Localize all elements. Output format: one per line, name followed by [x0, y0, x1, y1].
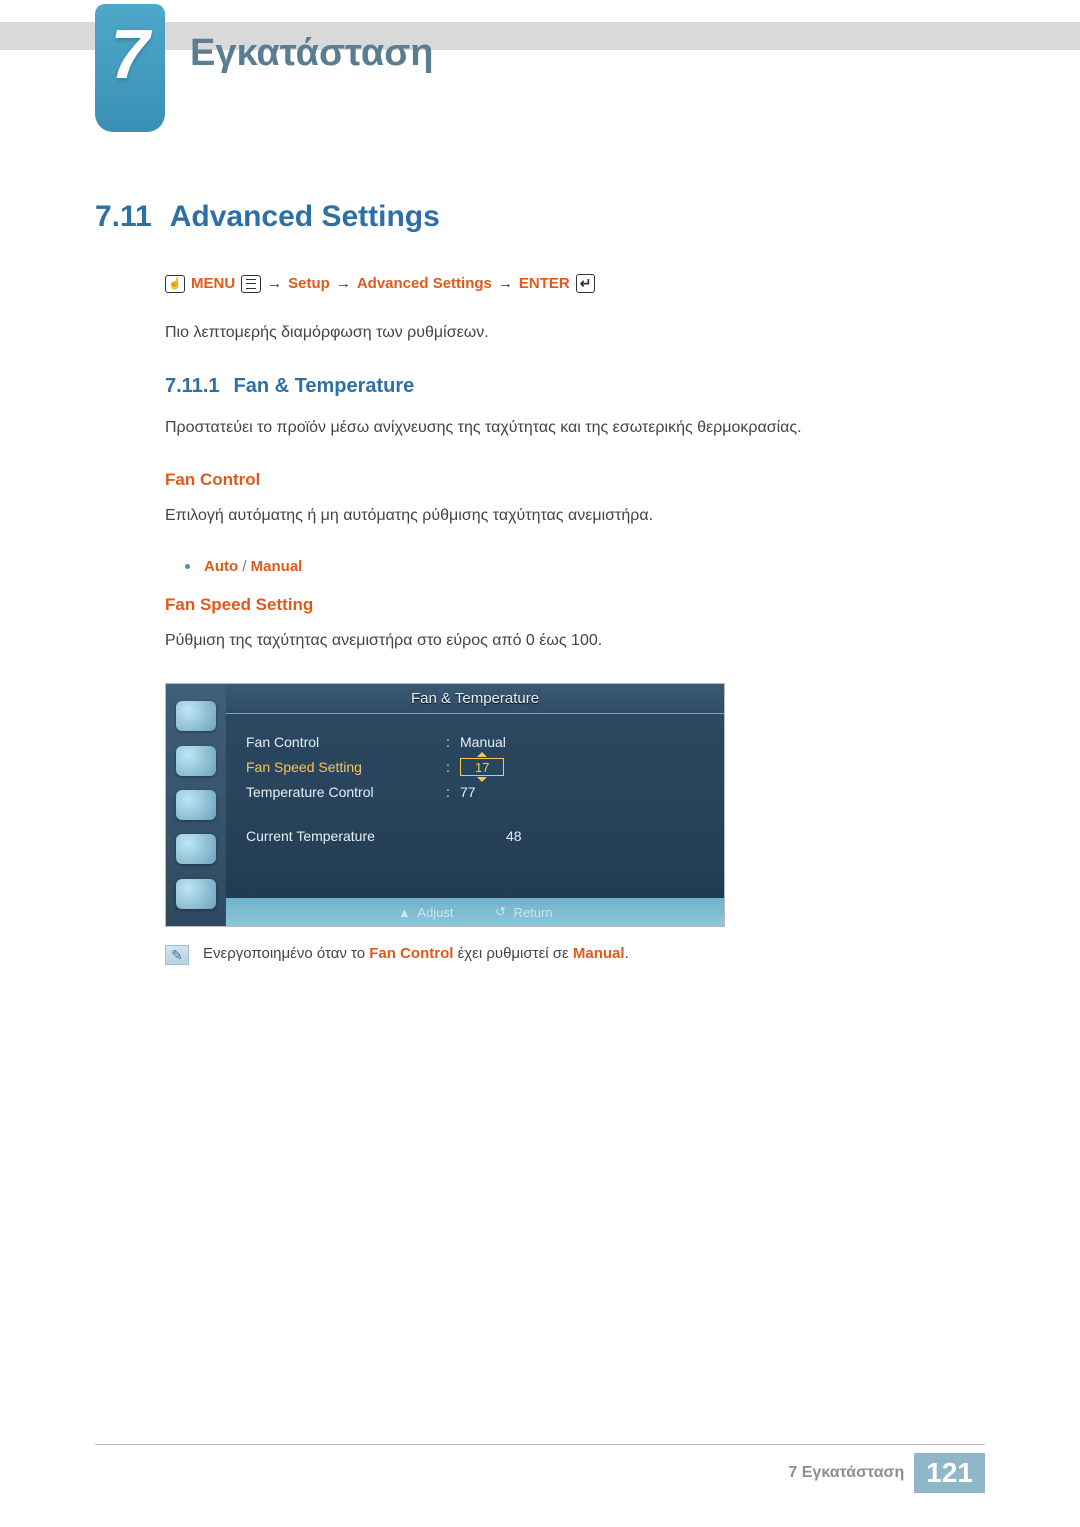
colon: : — [446, 734, 460, 750]
note-icon: ✎ — [165, 945, 189, 965]
nav-adv: Advanced Settings — [357, 275, 492, 292]
footer-chapter-label: 7 Εγκατάσταση — [788, 1464, 904, 1482]
osd-row-current-temp: Current Temperature 48 — [226, 804, 724, 844]
bullet-icon — [185, 564, 190, 569]
nav-enter: ENTER — [519, 275, 570, 292]
return-icon: ↺ — [494, 904, 508, 920]
osd-return-hint: ↺ Return — [494, 904, 553, 920]
note-text: Ενεργοποιημένο όταν το Fan Control έχει … — [203, 945, 629, 962]
osd-main: Fan & Temperature Fan Control : Manual F… — [226, 684, 724, 926]
nav-setup: Setup — [288, 275, 330, 292]
osd-rows: Fan Control : Manual Fan Speed Setting :… — [226, 714, 724, 804]
option-sep: / — [242, 558, 246, 575]
colon: : — [446, 759, 460, 775]
note-post: . — [625, 945, 629, 962]
nav-arrow-1: → — [267, 275, 282, 292]
colon: : — [446, 784, 460, 800]
option-auto: Auto — [204, 558, 238, 575]
note-manual: Manual — [573, 945, 625, 962]
menu-icon — [241, 275, 261, 293]
section-heading: 7.11 Advanced Settings — [95, 200, 985, 234]
section-title: Advanced Settings — [170, 200, 440, 233]
osd-title: Fan & Temperature — [226, 684, 724, 714]
subsection-heading: 7.11.1 Fan & Temperature — [165, 375, 985, 398]
osd-side-icon-4 — [176, 834, 216, 864]
subsection-number: 7.11.1 — [165, 375, 220, 397]
osd-value-temp-control: 77 — [460, 784, 476, 800]
enter-icon: ↵ — [576, 274, 596, 293]
chapter-title: Εγκατάσταση — [190, 32, 434, 75]
nav-arrow-2: → — [336, 275, 351, 292]
fan-temp-desc: Προστατεύει το προϊόν μέσω ανίχνευσης τη… — [165, 416, 985, 440]
fan-speed-desc: Ρύθμιση της ταχύτητας ανεμιστήρα στο εύρ… — [165, 629, 985, 653]
osd-return-label: Return — [514, 905, 553, 920]
osd-row-fan-control: Fan Control : Manual — [246, 730, 704, 754]
fan-control-heading: Fan Control — [165, 470, 985, 490]
osd-value-fan-control: Manual — [460, 734, 506, 750]
page-footer: 7 Εγκατάσταση 121 — [95, 1444, 985, 1493]
osd-side-icon-2 — [176, 746, 216, 776]
osd-adjust-label: Adjust — [417, 905, 453, 920]
content: 7.11 Advanced Settings ☝ MENU → Setup → A… — [95, 200, 985, 965]
osd-label-current-temp: Current Temperature — [246, 828, 506, 844]
note-mid: έχει ρυθμιστεί σε — [453, 945, 572, 962]
subsection-title: Fan & Temperature — [234, 375, 415, 397]
osd-side-icon-3 — [176, 790, 216, 820]
nav-menu: MENU — [191, 275, 235, 292]
note-fan-control: Fan Control — [369, 945, 453, 962]
osd-panel: Fan & Temperature Fan Control : Manual F… — [165, 683, 725, 927]
menu-path: ☝ MENU → Setup → Advanced Settings → ENT… — [165, 274, 985, 293]
osd-sidebar — [166, 684, 226, 926]
nav-arrow-3: → — [498, 275, 513, 292]
osd-row-fan-speed[interactable]: Fan Speed Setting : 17 — [246, 754, 704, 780]
chapter-tab: 7 — [95, 4, 165, 132]
osd-label-fan-speed: Fan Speed Setting — [246, 759, 446, 775]
chapter-number: 7 — [111, 14, 150, 94]
fan-control-options: Auto / Manual — [185, 558, 985, 575]
fan-control-desc: Επιλογή αυτόματης ή μη αυτόματης ρύθμιση… — [165, 504, 985, 528]
intro-text: Πιο λεπτομερής διαμόρφωση των ρυθμίσεων. — [165, 321, 985, 345]
osd-row-temp-control: Temperature Control : 77 — [246, 780, 704, 804]
osd-value-current-temp: 48 — [506, 828, 522, 844]
fan-speed-heading: Fan Speed Setting — [165, 595, 985, 615]
osd-side-icon-1 — [176, 701, 216, 731]
section-number: 7.11 — [95, 200, 152, 233]
osd-adjust-hint: ▲ Adjust — [397, 905, 453, 920]
hand-icon: ☝ — [165, 275, 185, 293]
note-pre: Ενεργοποιημένο όταν το — [203, 945, 369, 962]
osd-label-temp-control: Temperature Control — [246, 784, 446, 800]
note: ✎ Ενεργοποιημένο όταν το Fan Control έχε… — [165, 945, 985, 965]
updown-icon: ▲ — [397, 905, 411, 920]
page-number: 121 — [914, 1453, 985, 1493]
osd-label-fan-control: Fan Control — [246, 734, 446, 750]
option-manual: Manual — [251, 558, 303, 575]
osd-footer: ▲ Adjust ↺ Return — [226, 898, 724, 926]
osd-spinner-fan-speed[interactable]: 17 — [460, 758, 504, 776]
osd-side-icon-5 — [176, 879, 216, 909]
